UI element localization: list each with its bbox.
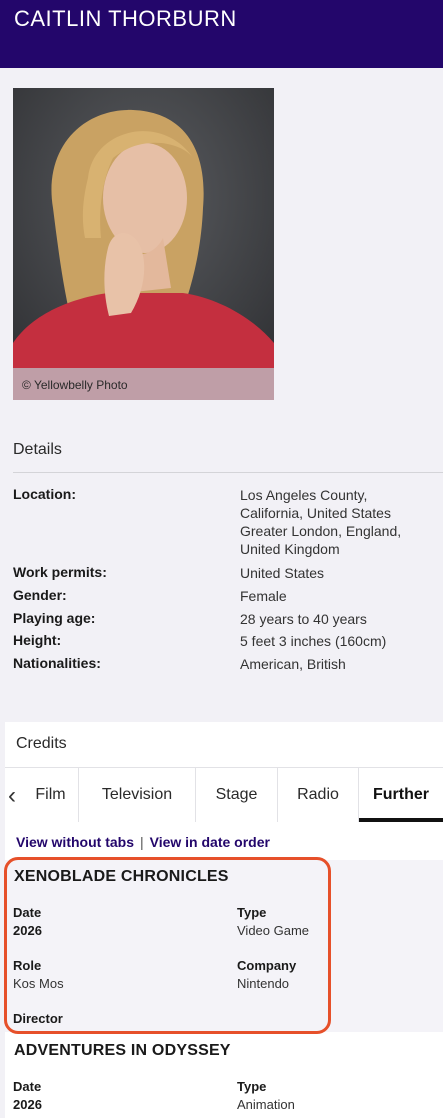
gender-label: Gender: — [13, 587, 67, 603]
view-in-date-order-link[interactable]: View in date order — [150, 834, 270, 850]
tab-stage[interactable]: Stage — [196, 768, 278, 822]
tab-label: Radio — [297, 786, 339, 803]
tab-label: Further — [373, 786, 429, 803]
photo-caption: © Yellowbelly Photo — [13, 368, 274, 400]
date-label: Date — [13, 1079, 42, 1094]
tab-radio[interactable]: Radio — [278, 768, 359, 822]
tab-further[interactable]: Further — [359, 768, 443, 822]
location-line: United Kingdom — [240, 541, 340, 557]
chevron-left-icon[interactable]: ‹ — [8, 782, 16, 810]
work-permits-value: United States — [240, 565, 325, 581]
profile-photo[interactable]: © Yellowbelly Photo — [13, 88, 274, 400]
playing-age-value: 28 years to 40 years — [240, 611, 367, 627]
nationalities-label: Nationalities: — [13, 655, 101, 671]
work-permits-label: Work permits: — [13, 564, 107, 580]
page-title: CAITLIN THORBURN — [14, 6, 237, 31]
credit-tabs: ‹ Film Television Stage Radio Further — [5, 767, 443, 822]
details-heading: Details — [13, 441, 62, 458]
type-label: Type — [237, 1079, 267, 1094]
tab-label: Television — [101, 786, 173, 803]
page-header: CAITLIN THORBURN — [0, 0, 443, 68]
date-value: 2026 — [13, 1097, 42, 1112]
location-line: Los Angeles County, — [240, 487, 368, 503]
location-value: Los Angeles County, California, United S… — [240, 486, 401, 558]
link-separator: | — [139, 834, 144, 850]
gender-value: Female — [240, 588, 287, 604]
playing-age-label: Playing age: — [13, 610, 96, 626]
tab-label: Film — [35, 786, 66, 803]
tab-film[interactable]: ‹ Film — [5, 768, 79, 822]
tab-television[interactable]: Television — [79, 768, 196, 822]
portrait-image — [13, 88, 274, 400]
height-value: 5 feet 3 inches (160cm) — [240, 633, 387, 649]
tab-label: Stage — [215, 786, 258, 803]
credits-heading: Credits — [16, 735, 67, 752]
highlight-outline — [4, 857, 331, 1034]
view-without-tabs-link[interactable]: View without tabs — [16, 834, 134, 850]
height-label: Height: — [13, 632, 62, 648]
credit-title: ADVENTURES IN ODYSSEY — [14, 1042, 231, 1059]
divider — [13, 472, 443, 473]
view-links: View without tabs | View in date order — [16, 834, 270, 850]
location-line: Greater London, England, — [240, 523, 402, 539]
type-value: Animation — [237, 1097, 295, 1112]
location-line: California, United States — [240, 505, 391, 521]
location-label: Location: — [13, 486, 76, 502]
nationalities-value: American, British — [240, 656, 346, 672]
